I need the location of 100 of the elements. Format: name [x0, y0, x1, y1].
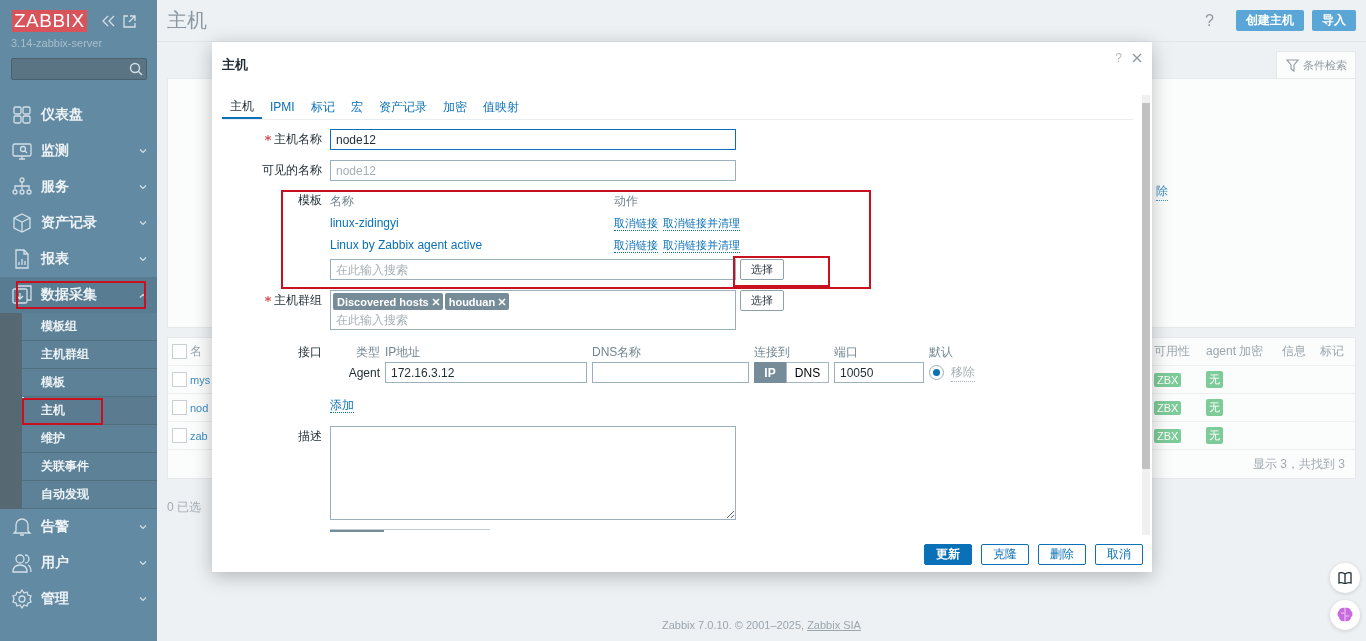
submenu-item[interactable]: 主机群组 [22, 341, 157, 369]
remove-link[interactable]: 移除 [951, 363, 975, 382]
column-header: 类型 [355, 344, 380, 361]
column-header: 默认 [929, 344, 954, 361]
dns-field[interactable] [592, 362, 749, 383]
dialog-button[interactable]: 克隆 [981, 544, 1029, 565]
dialog-button[interactable]: 更新 [924, 544, 972, 565]
column-header[interactable]: 信息 [1282, 343, 1306, 360]
submenu-item[interactable]: 模板组 [22, 313, 157, 341]
remove-icon[interactable] [431, 297, 440, 306]
company-link[interactable]: Zabbix SIA [807, 619, 861, 631]
availability-badge: ZBX [1154, 400, 1182, 415]
dialog-tab[interactable]: IPMI [262, 95, 303, 119]
host-link[interactable]: nod [190, 401, 209, 414]
select-button[interactable]: 选择 [740, 290, 784, 311]
menu-item[interactable]: 告警 [0, 509, 157, 545]
action-link[interactable]: 取消链接 [614, 237, 658, 253]
dialog-title: 主机 [222, 56, 249, 74]
connect-toggle[interactable]: DNS [786, 362, 829, 383]
field-label: 主机群组 [274, 292, 322, 309]
select-button[interactable]: 选择 [740, 259, 784, 280]
menu-item[interactable]: 资产记录 [0, 205, 157, 241]
field-label: 描述 [298, 428, 322, 445]
action-link[interactable]: 取消链接并清理 [663, 237, 740, 253]
dialog-tab[interactable]: 主机 [222, 95, 262, 119]
default-radio[interactable] [929, 365, 944, 380]
users-icon [12, 553, 32, 573]
collapse-icon[interactable] [100, 15, 115, 27]
menu-item[interactable]: 监测 [0, 133, 157, 169]
dialog-tab[interactable]: 加密 [434, 95, 475, 119]
zabbix-logo[interactable]: ZABBIX [12, 10, 87, 32]
scrollbar[interactable] [1142, 95, 1150, 535]
menu-item[interactable]: 用户 [0, 545, 157, 581]
filter-icon [1285, 58, 1299, 72]
action-link[interactable]: 取消链接并清理 [663, 215, 740, 231]
template-link[interactable]: Linux by Zabbix agent active [330, 238, 483, 252]
availability-badge: ZBX [1154, 428, 1182, 443]
column-header: 连接到 [754, 344, 791, 361]
dialog-tab[interactable]: 标记 [302, 95, 343, 119]
group-tag: Discovered hosts [333, 293, 443, 310]
add-link[interactable]: 添加 [330, 398, 354, 413]
remove-icon[interactable] [498, 297, 507, 306]
select-all-checkbox[interactable] [172, 344, 187, 359]
encryption-badge: 无 [1206, 399, 1223, 416]
dialog-tab[interactable]: 值映射 [474, 95, 527, 119]
host-link[interactable]: zab [190, 429, 208, 442]
report-icon [12, 249, 32, 269]
selected-count: 0 已选 [167, 500, 201, 514]
column-header[interactable]: 名 [190, 343, 202, 360]
search-placeholder: 在此输入搜索 [335, 312, 409, 329]
submenu-item[interactable]: 模板 [22, 369, 157, 397]
help-link[interactable]: ? [1205, 11, 1214, 30]
field-label: 模板 [298, 192, 322, 209]
visible-name-field[interactable]: node12 [330, 160, 736, 181]
settings-icon [12, 589, 32, 609]
field-label: 主机名称 [274, 131, 322, 148]
field-label: 接口 [298, 344, 322, 361]
template-link[interactable]: linux-zidingyi [330, 216, 399, 230]
hierarchy-icon [12, 177, 32, 197]
brain-icon [1336, 607, 1354, 623]
filter-tab[interactable]: 条件检索 [1276, 51, 1356, 78]
host-group-field[interactable]: Discovered hosts houduan 在此输入搜索 [330, 290, 736, 330]
segmented-control[interactable] [330, 529, 490, 532]
dialog-button[interactable]: 删除 [1038, 544, 1086, 565]
column-header: 端口 [834, 344, 859, 361]
dialog-button[interactable]: 取消 [1095, 544, 1143, 565]
search-icon[interactable] [129, 62, 143, 76]
submenu-item[interactable]: 关联事件 [22, 453, 157, 481]
submenu-item[interactable]: 维护 [22, 425, 157, 453]
menu-item[interactable]: 管理 [0, 581, 157, 617]
help-link[interactable]: ? [1115, 51, 1122, 65]
action-link[interactable]: 取消链接 [614, 215, 658, 231]
search-field[interactable] [11, 58, 147, 80]
bell-icon [12, 517, 32, 537]
menu-item[interactable]: 报表 [0, 241, 157, 277]
expand-icon[interactable] [122, 14, 136, 28]
close-icon[interactable] [1132, 53, 1142, 63]
connect-toggle[interactable]: IP [754, 362, 786, 383]
template-search-field[interactable]: 在此输入搜索 [330, 259, 736, 280]
column-header[interactable]: 标记 [1320, 343, 1344, 360]
submenu-item[interactable]: 自动发现 [22, 481, 157, 509]
header-button[interactable]: 导入 [1312, 10, 1356, 31]
header-button[interactable]: 创建主机 [1236, 10, 1304, 31]
remove-link[interactable]: 除 [1156, 183, 1168, 201]
row-checkbox[interactable] [172, 428, 187, 443]
dialog-tab[interactable]: 资产记录 [370, 95, 435, 119]
row-checkbox[interactable] [172, 400, 187, 415]
column-header[interactable]: 可用性 [1154, 343, 1190, 360]
dialog-tab[interactable]: 宏 [342, 95, 371, 119]
menu-item[interactable]: 仪表盘 [0, 97, 157, 133]
host-name-field[interactable]: node12 [330, 129, 736, 150]
menu-item[interactable]: 服务 [0, 169, 157, 205]
row-checkbox[interactable] [172, 372, 187, 387]
port-field[interactable]: 10050 [834, 362, 924, 383]
host-link[interactable]: mys [190, 373, 211, 386]
book-icon [1338, 572, 1352, 584]
description-field[interactable] [330, 426, 736, 520]
server-name: 3.14-zabbix-server [10, 36, 104, 49]
ip-field[interactable]: 172.16.3.12 [385, 362, 587, 383]
column-header[interactable]: agent 加密 [1206, 343, 1264, 360]
